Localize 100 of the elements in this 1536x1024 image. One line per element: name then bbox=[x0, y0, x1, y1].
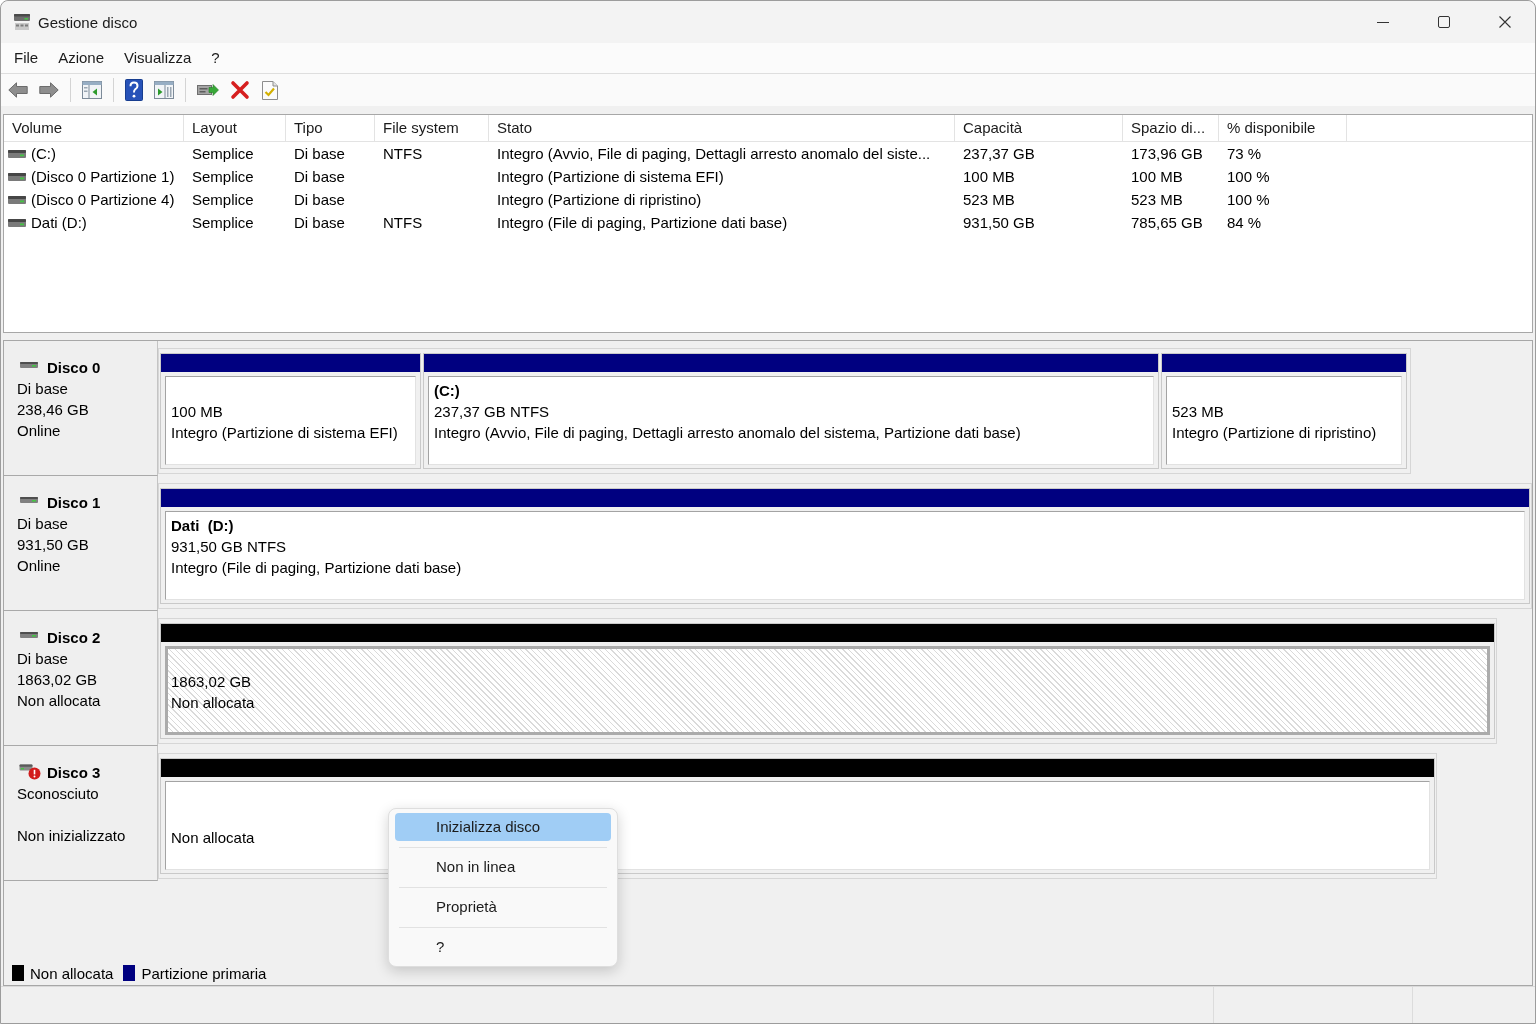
table-cell: Di base bbox=[294, 189, 345, 210]
disk-status: Non inizializzato bbox=[17, 826, 127, 846]
legend-label: Partizione primaria bbox=[141, 964, 267, 982]
disk-status: Online bbox=[17, 421, 62, 441]
menu-item[interactable]: ? bbox=[201, 43, 230, 73]
table-cell: Semplice bbox=[192, 143, 254, 164]
column-header[interactable]: Tipo bbox=[286, 115, 375, 141]
column-header[interactable]: Layout bbox=[184, 115, 286, 141]
partition[interactable]: 100 MB Integro (Partizione di sistema EFI) bbox=[160, 353, 421, 469]
table-cell: 100 MB bbox=[963, 166, 1015, 187]
table-cell: 931,50 GB bbox=[963, 212, 1035, 233]
table-cell: NTFS bbox=[383, 212, 423, 233]
disk-status: Online bbox=[17, 556, 62, 576]
table-cell: 785,65 GB bbox=[1131, 212, 1203, 233]
volume-label: Dati (D:) bbox=[171, 517, 234, 534]
drive-icon bbox=[8, 218, 26, 227]
table-cell: Integro (Avvio, File di paging, Dettagli arresto anomalo del siste... bbox=[497, 143, 931, 164]
table-cell: Semplice bbox=[192, 212, 254, 233]
disk-name: Disco 3 bbox=[47, 763, 101, 783]
document-check-icon[interactable] bbox=[261, 79, 279, 101]
drive-icon bbox=[13, 13, 31, 31]
back-arrow-icon[interactable] bbox=[8, 82, 28, 98]
table-cell: 100 MB bbox=[1131, 166, 1183, 187]
table-cell: Integro (File di paging, Partizione dati base) bbox=[497, 212, 788, 233]
help-icon[interactable] bbox=[125, 79, 143, 101]
disk-size: 1863,02 GB bbox=[17, 670, 99, 690]
partition-status: Non allocata bbox=[171, 829, 255, 846]
column-header[interactable]: Capacità bbox=[955, 115, 1123, 141]
disk-header[interactable]: Disco 2 Di base 1863,02 GB Non allocata bbox=[4, 611, 158, 746]
partition-status: Integro (Partizione di ripristino) bbox=[1172, 424, 1377, 441]
panel-window-icon[interactable] bbox=[154, 81, 174, 99]
menu-item[interactable]: Proprietà bbox=[395, 893, 611, 921]
menu-item[interactable]: ? bbox=[395, 933, 611, 961]
table-cell: 100 % bbox=[1227, 166, 1270, 187]
volume-label: (C:) bbox=[434, 382, 460, 399]
disk-type: Di base bbox=[17, 379, 69, 399]
table-cell: 173,96 GB bbox=[1131, 143, 1203, 164]
table-cell: 523 MB bbox=[963, 189, 1015, 210]
partition-size: 100 MB bbox=[171, 403, 223, 420]
partition[interactable]: (C:) 237,37 GB NTFS Integro (Avvio, File di paging, Dettagli arresto anomalo del sistema, Partizione dati base) bbox=[423, 353, 1159, 469]
table-cell: (C:) bbox=[31, 143, 56, 164]
table-cell: Semplice bbox=[192, 189, 254, 210]
drive-icon bbox=[8, 195, 26, 204]
table-cell: Di base bbox=[294, 166, 345, 187]
partition-status: Non allocata bbox=[171, 694, 255, 711]
column-header[interactable]: Stato bbox=[489, 115, 955, 141]
panel-window-icon[interactable] bbox=[82, 81, 102, 99]
table-cell: Semplice bbox=[192, 166, 254, 187]
drive-icon bbox=[8, 149, 26, 158]
close-icon bbox=[1498, 16, 1511, 28]
disk-size: 238,46 GB bbox=[17, 400, 90, 420]
table-cell: 100 % bbox=[1227, 189, 1270, 210]
disk-status: Non allocata bbox=[17, 691, 102, 711]
drive-arrow-icon[interactable] bbox=[197, 83, 219, 97]
column-header[interactable]: Spazio di... bbox=[1123, 115, 1219, 141]
column-header[interactable]: Volume bbox=[4, 115, 184, 141]
table-cell: Dati (D:) bbox=[31, 212, 87, 233]
disk-header[interactable]: Disco 0 Di base 238,46 GB Online bbox=[4, 341, 158, 476]
delete-icon[interactable] bbox=[230, 80, 250, 100]
table-cell: (Disco 0 Partizione 1) bbox=[31, 166, 175, 187]
forward-arrow-icon[interactable] bbox=[39, 82, 59, 98]
partition-size: 1863,02 GB bbox=[171, 673, 252, 690]
disk-header[interactable]: Disco 1 Di base 931,50 GB Online bbox=[4, 476, 158, 611]
disk-name: Disco 0 bbox=[47, 358, 101, 378]
menu-item[interactable]: File bbox=[4, 43, 49, 73]
legend-label: Non allocata bbox=[30, 964, 114, 982]
partition-status: Integro (File di paging, Partizione dati base) bbox=[171, 559, 462, 576]
table-cell: Di base bbox=[294, 212, 345, 233]
table-cell: Di base bbox=[294, 143, 345, 164]
partition-size: 931,50 GB NTFS bbox=[171, 538, 287, 555]
partition-status: Integro (Avvio, File di paging, Dettagli arresto anomalo del sistema, Partizione dati base) bbox=[434, 424, 1021, 441]
menu-item[interactable]: Azione bbox=[48, 43, 115, 73]
disk-type: Di base bbox=[17, 649, 69, 669]
table-cell: NTFS bbox=[383, 143, 423, 164]
table-cell: 523 MB bbox=[1131, 189, 1183, 210]
partition[interactable]: Dati (D:) 931,50 GB NTFS Integro (File di paging, Partizione dati base) bbox=[160, 488, 1530, 604]
partition-size: 237,37 GB NTFS bbox=[434, 403, 550, 420]
disk-header[interactable]: Disco 3 Sconosciuto Non inizializzato bbox=[4, 746, 158, 881]
table-cell: 237,37 GB bbox=[963, 143, 1035, 164]
menu-item[interactable]: Visualizza bbox=[114, 43, 202, 73]
column-header[interactable]: % disponibile bbox=[1219, 115, 1347, 141]
disk-name: Disco 2 bbox=[47, 628, 101, 648]
drive-icon bbox=[8, 172, 26, 181]
partition[interactable]: 1863,02 GB Non allocata bbox=[160, 623, 1495, 739]
table-cell: Integro (Partizione di ripristino) bbox=[497, 189, 702, 210]
disk-name: Disco 1 bbox=[47, 493, 101, 513]
disk-type: Sconosciuto bbox=[17, 784, 100, 804]
menu-item[interactable]: Inizializza disco bbox=[395, 813, 611, 841]
partition-size: 523 MB bbox=[1172, 403, 1224, 420]
partition[interactable]: 523 MB Integro (Partizione di ripristino) bbox=[1161, 353, 1407, 469]
table-cell: 73 % bbox=[1227, 143, 1262, 164]
table-cell: 84 % bbox=[1227, 212, 1262, 233]
window-title: Gestione disco bbox=[38, 13, 138, 31]
table-cell: (Disco 0 Partizione 4) bbox=[31, 189, 175, 210]
minimize-icon bbox=[1376, 21, 1389, 23]
disk-size: 931,50 GB bbox=[17, 535, 90, 555]
maximize-icon bbox=[1437, 16, 1450, 28]
column-header[interactable]: File system bbox=[375, 115, 489, 141]
disk-type: Di base bbox=[17, 514, 69, 534]
partition-status: Integro (Partizione di sistema EFI) bbox=[171, 424, 398, 441]
